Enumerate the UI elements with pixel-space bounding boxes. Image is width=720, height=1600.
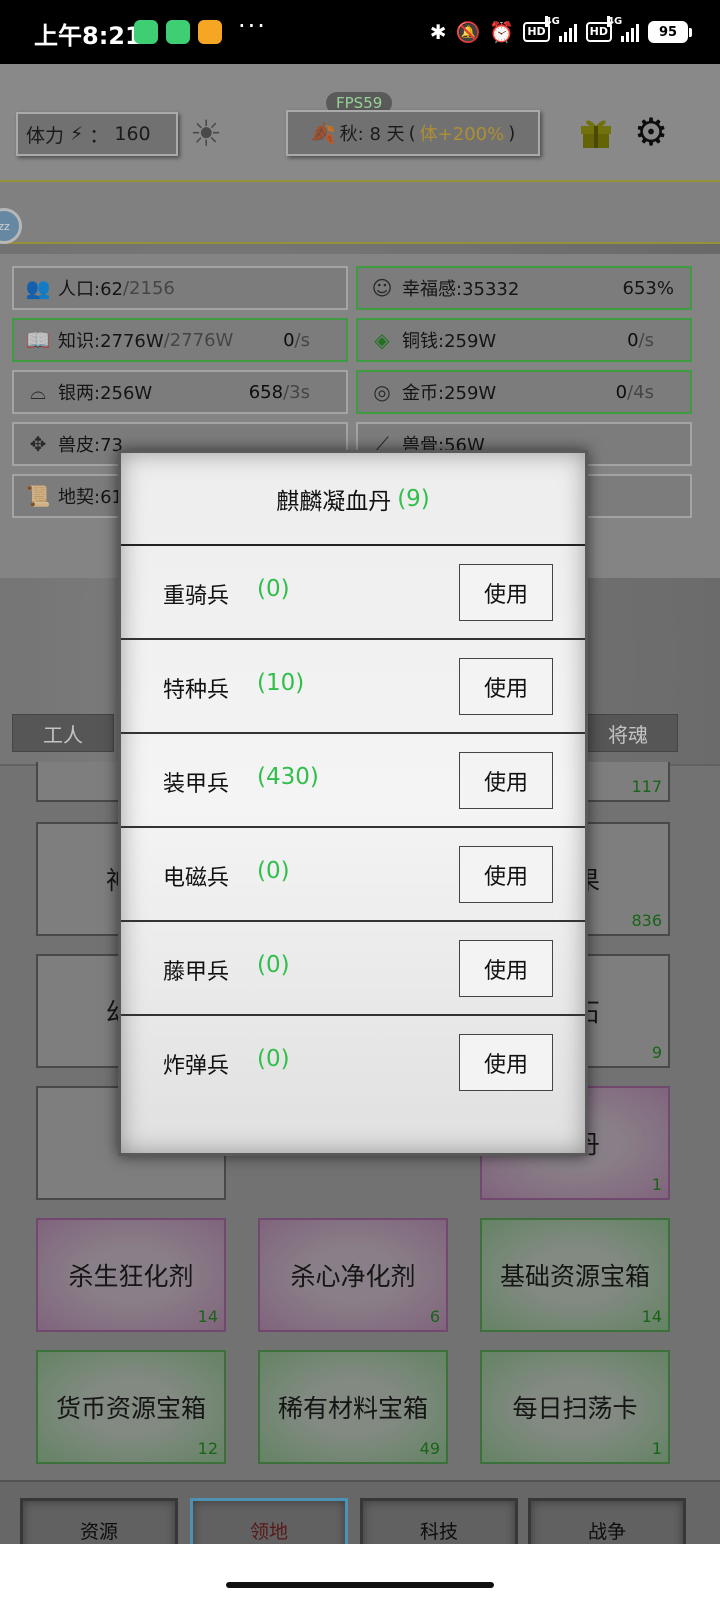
unit-name: 重骑兵 [163, 584, 230, 609]
unit-count: (0) [257, 952, 290, 978]
status-bar: 上午8:21 ··· ✱ 🔕 ⏰ HD 4G HD 4G 95 [0, 0, 720, 64]
gesture-bar [0, 1544, 720, 1600]
unit-count: (0) [257, 1046, 290, 1072]
use-button[interactable]: 使用 [459, 658, 553, 715]
unit-row: 藤甲兵 (0) 使用 [121, 922, 585, 1016]
signal-icon: 4G [544, 16, 577, 42]
item-use-dialog: 麒麟凝血丹 (9) 重骑兵 (0) 使用 特种兵 (10) 使用 装甲兵 (43… [118, 450, 588, 1156]
unit-name: 电磁兵 [163, 866, 230, 891]
unit-count: (430) [257, 764, 319, 790]
message-app-icon [198, 20, 222, 44]
unit-count: (10) [257, 670, 305, 696]
unit-name: 特种兵 [163, 678, 230, 703]
unit-count: (0) [257, 858, 290, 884]
dialog-item-name: 麒麟凝血丹 [276, 488, 392, 515]
unit-row: 电磁兵 (0) 使用 [121, 828, 585, 922]
use-button[interactable]: 使用 [459, 564, 553, 621]
alarm-icon: ⏰ [489, 20, 515, 44]
unit-name: 装甲兵 [163, 772, 230, 797]
home-indicator[interactable] [226, 1582, 494, 1588]
shield-app-icon [166, 20, 190, 44]
unit-count: (0) [257, 576, 290, 602]
unit-row: 炸弹兵 (0) 使用 [121, 1016, 585, 1110]
shield-app-icon [134, 20, 158, 44]
unit-row: 特种兵 (10) 使用 [121, 640, 585, 734]
status-indicators: ✱ 🔕 ⏰ HD 4G HD 4G 95 [429, 16, 692, 46]
use-button[interactable]: 使用 [459, 846, 553, 903]
dialog-item-qty: (9) [397, 485, 430, 512]
signal-icon: 4G [607, 16, 639, 42]
unit-row: 装甲兵 (430) 使用 [121, 734, 585, 828]
more-notifications-icon: ··· [238, 12, 267, 40]
use-button[interactable]: 使用 [459, 752, 553, 809]
use-button[interactable]: 使用 [459, 1034, 553, 1091]
use-button[interactable]: 使用 [459, 940, 553, 997]
dialog-title: 麒麟凝血丹 (9) [121, 453, 585, 546]
bluetooth-icon: ✱ [429, 20, 447, 44]
status-time: 上午8:21 [34, 22, 142, 50]
mute-icon: 🔕 [455, 20, 481, 44]
unit-name: 炸弹兵 [163, 1054, 230, 1079]
unit-row: 重骑兵 (0) 使用 [121, 546, 585, 640]
unit-name: 藤甲兵 [163, 960, 230, 985]
battery-icon: 95 [648, 21, 692, 43]
